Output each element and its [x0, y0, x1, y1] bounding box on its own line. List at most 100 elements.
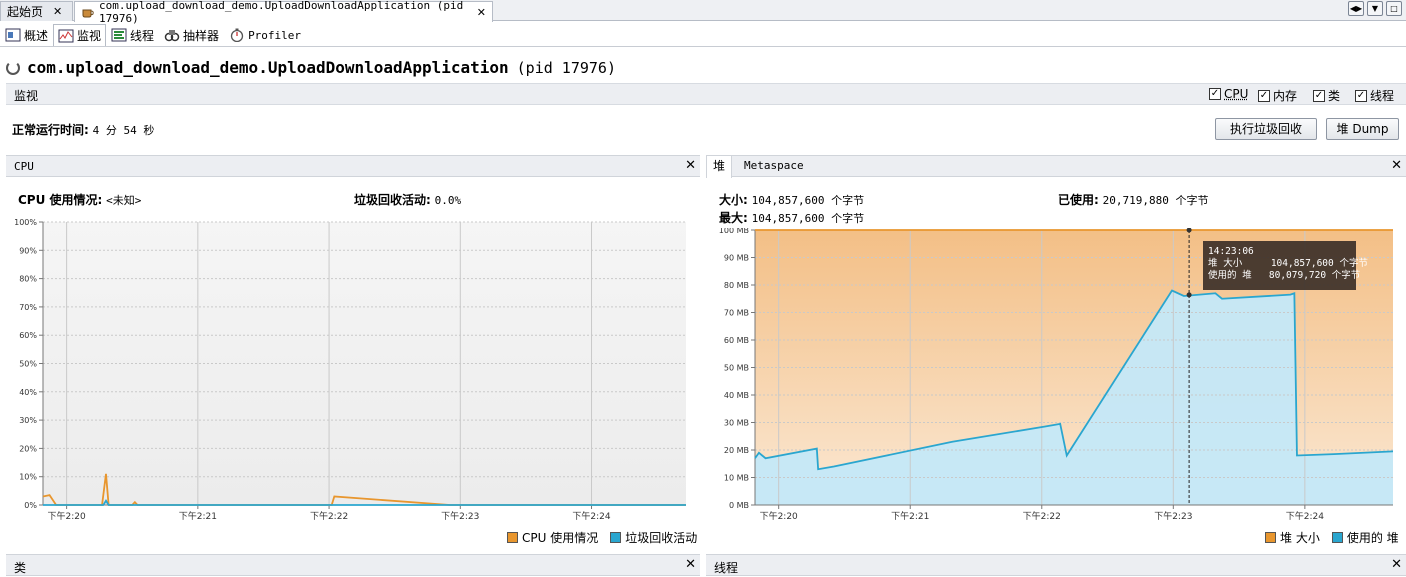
checkbox-cpu-label: CPU: [1224, 87, 1249, 101]
heap-size-legend-swatch: [1265, 532, 1276, 543]
overview-icon: [5, 28, 21, 42]
checkmark-icon: ✓: [1355, 89, 1367, 102]
heap-legend: 堆 大小 使用的 堆: [1265, 529, 1399, 546]
tab-heap[interactable]: 堆: [706, 156, 733, 178]
y-tick-label: 30%: [19, 416, 37, 425]
heap-max-stat: 最大: 104,857,600 个字节: [719, 209, 864, 226]
heap-used-value: 20,719,880 个字节: [1102, 194, 1209, 207]
checkbox-cpu[interactable]: ✓ CPU: [1209, 87, 1248, 101]
y-tick-label: 80 MB: [724, 281, 749, 290]
heap-panel-header: 堆 Metaspace ✕: [706, 155, 1406, 178]
perform-gc-button[interactable]: 执行垃圾回收: [1215, 118, 1317, 140]
y-tick-label: 10%: [19, 473, 37, 482]
checkbox-memory-label: 内存: [1273, 89, 1298, 103]
y-tick-label: 100%: [14, 218, 37, 227]
tab-metaspace[interactable]: Metaspace: [738, 156, 810, 177]
tab-monitor-label: 监视: [77, 29, 102, 43]
x-tick-label: 下午2:21: [891, 510, 929, 522]
cpu-usage-stat: CPU 使用情况: <未知>: [18, 191, 141, 208]
y-tick-label: 90%: [19, 246, 37, 255]
tab-sampler[interactable]: 抽样器: [159, 24, 224, 46]
close-icon[interactable]: ✕: [685, 557, 696, 572]
heap-used-marker: [1186, 292, 1192, 298]
x-tick-label: 下午2:24: [1286, 510, 1324, 522]
uptime-label: 正常运行时间:: [12, 123, 89, 137]
threads-panel-header: 线程 ✕: [706, 554, 1406, 576]
cpu-legend-label: CPU 使用情况: [522, 531, 599, 545]
gc-legend-swatch: [610, 532, 622, 543]
cpu-usage-value: <未知>: [106, 194, 142, 207]
y-tick-label: 80%: [19, 275, 37, 284]
tab-overview-label: 概述: [24, 28, 49, 43]
close-icon[interactable]: ✕: [1391, 557, 1402, 572]
heap-used-legend-swatch: [1331, 532, 1343, 543]
view-tab-bar: 概述 监视 线程 抽样器 Profiler: [0, 24, 306, 46]
document-tab-bar: 起始页 ✕ com.upload_download_demo.UploadDow…: [0, 0, 1406, 25]
heap-size-legend-label: 堆 大小: [1280, 531, 1320, 545]
monitor-label: 监视: [14, 89, 39, 103]
tab-profiler-label: Profiler: [248, 28, 302, 42]
y-tick-label: 50%: [19, 360, 37, 369]
x-tick-label: 下午2:24: [572, 510, 610, 522]
tab-threads[interactable]: 线程: [106, 24, 159, 46]
coffee-icon: [81, 6, 95, 18]
uptime-value: 4 分 54 秒: [92, 124, 155, 137]
close-icon[interactable]: ✕: [1391, 158, 1402, 173]
close-icon[interactable]: ✕: [477, 6, 486, 19]
tab-navigation: ◀▶ ▼ □: [1348, 1, 1402, 16]
y-tick-label: 0 MB: [729, 501, 749, 510]
y-tick-label: 20 MB: [724, 446, 749, 455]
checkbox-threads[interactable]: ✓ 线程: [1355, 87, 1394, 104]
x-tick-label: 下午2:22: [1023, 510, 1061, 522]
y-tick-label: 10 MB: [724, 474, 749, 483]
threads-icon: [111, 28, 127, 42]
heap-used-stat: 已使用: 20,719,880 个字节: [1058, 191, 1209, 208]
y-tick-label: 100 MB: [719, 228, 749, 235]
x-tick-label: 下午2:21: [179, 510, 217, 522]
y-tick-label: 20%: [19, 444, 37, 453]
sampler-icon: [164, 28, 180, 42]
checkbox-threads-label: 线程: [1370, 89, 1395, 103]
x-tick-label: 下午2:22: [310, 510, 348, 522]
tab-application[interactable]: com.upload_download_demo.UploadDownloadA…: [74, 0, 493, 25]
gc-activity-label: 垃圾回收活动:: [354, 193, 431, 207]
chevron-down-icon[interactable]: ▼: [1367, 1, 1383, 16]
divider: [0, 46, 1406, 47]
tab-monitor[interactable]: 监视: [53, 24, 107, 46]
checkbox-memory[interactable]: ✓ 内存: [1258, 87, 1297, 104]
tab-sampler-label: 抽样器: [183, 28, 220, 43]
cpu-legend: CPU 使用情况 垃圾回收活动: [507, 529, 697, 546]
heap-used-label: 已使用:: [1058, 193, 1099, 207]
cpu-usage-label: CPU 使用情况:: [18, 193, 103, 207]
y-tick-label: 30 MB: [724, 419, 749, 428]
x-tick-label: 下午2:23: [1154, 510, 1192, 522]
tab-profiler[interactable]: Profiler: [224, 24, 306, 46]
close-icon[interactable]: ✕: [53, 5, 62, 18]
x-tick-label: 下午2:20: [48, 510, 86, 522]
heap-size-stat: 大小: 104,857,600 个字节: [719, 191, 864, 208]
checkmark-icon: ✓: [1313, 89, 1325, 102]
loading-icon: [6, 60, 20, 75]
y-tick-label: 70%: [19, 303, 37, 312]
y-tick-label: 60%: [19, 331, 37, 340]
tab-start-page[interactable]: 起始页 ✕: [0, 1, 73, 21]
checkbox-classes-label: 类: [1328, 89, 1341, 103]
checkbox-classes[interactable]: ✓ 类: [1313, 87, 1340, 104]
tooltip-time: 14:23:06: [1208, 246, 1254, 257]
heap-size-label: 大小:: [719, 193, 748, 207]
tab-overview[interactable]: 概述: [0, 24, 53, 46]
application-name: com.upload_download_demo.UploadDownloadA…: [27, 58, 509, 77]
maximize-icon[interactable]: □: [1386, 1, 1402, 16]
stopwatch-icon: [229, 28, 245, 43]
threads-panel-title: 线程: [714, 561, 739, 575]
classes-panel-header: 类 ✕: [6, 554, 700, 576]
y-tick-label: 40%: [19, 388, 37, 397]
y-tick-label: 90 MB: [724, 254, 749, 263]
tab-start-page-label: 起始页: [7, 5, 44, 19]
classes-panel-title: 类: [14, 561, 27, 575]
uptime: 正常运行时间: 4 分 54 秒: [12, 121, 154, 138]
close-icon[interactable]: ✕: [685, 158, 696, 173]
heap-dump-button[interactable]: 堆 Dump: [1326, 118, 1399, 140]
scroll-tabs-button[interactable]: ◀▶: [1348, 1, 1364, 16]
y-tick-label: 0%: [24, 501, 37, 510]
